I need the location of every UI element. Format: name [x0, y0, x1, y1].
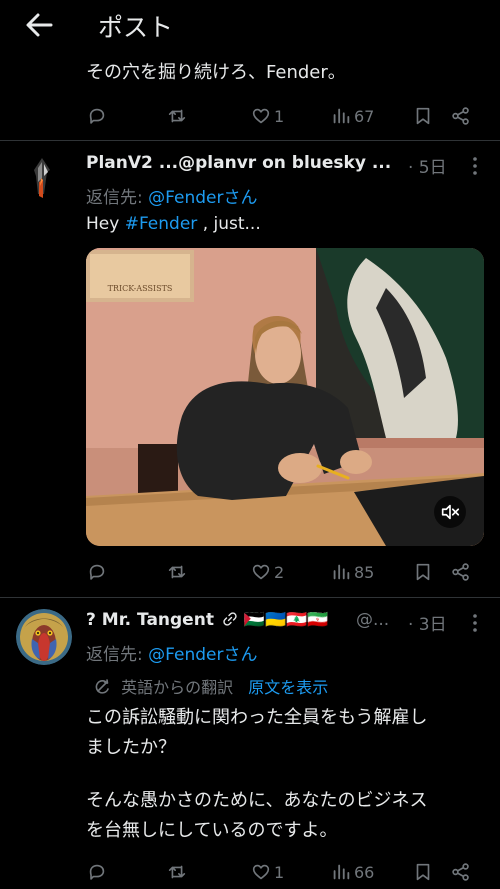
- share-button[interactable]: [450, 557, 472, 587]
- volume-muted-icon: [441, 504, 460, 520]
- bookmark-button[interactable]: [412, 857, 434, 887]
- handle[interactable]: @...: [356, 610, 389, 630]
- view-count: 85: [354, 562, 375, 582]
- like-count: 1: [274, 106, 285, 126]
- post-text-line: そんな愚かさのために、あなたのビジネス: [86, 790, 428, 811]
- divider: [0, 140, 500, 141]
- top-bar: ポスト: [0, 0, 500, 52]
- like-button[interactable]: 1: [250, 101, 284, 131]
- translated-from-label: 英語からの翻訳: [121, 678, 234, 697]
- translate-icon: [95, 679, 109, 694]
- views-icon: [333, 108, 350, 124]
- show-original-link[interactable]: 原文を表示: [248, 678, 328, 697]
- like-button[interactable]: 2: [250, 557, 284, 587]
- post-text-start: Hey: [86, 214, 125, 234]
- translation-notice: 英語からの翻訳 原文を表示: [92, 674, 328, 698]
- repost-icon: [168, 109, 186, 123]
- share-icon: [452, 563, 469, 581]
- repost-button[interactable]: [166, 857, 188, 887]
- view-count: 67: [354, 106, 375, 126]
- post-text-line: ましたか？: [86, 737, 176, 758]
- share-icon: [452, 107, 469, 125]
- heart-icon: [252, 564, 270, 580]
- post0-text: その穴を掘り続けろ、Fender。: [86, 62, 346, 83]
- page-title: ポスト: [98, 13, 174, 42]
- reply-handle-link[interactable]: @Fenderさん: [148, 188, 257, 208]
- post-text-end: , just...: [197, 214, 261, 234]
- link-icon: [223, 612, 237, 626]
- repost-icon: [168, 865, 186, 879]
- views-button[interactable]: 67: [330, 101, 374, 131]
- display-name-text: ? Mr. Tangent: [86, 610, 214, 630]
- post-time[interactable]: · 5日: [408, 153, 447, 178]
- bookmark-button[interactable]: [412, 101, 434, 131]
- like-button[interactable]: 1: [250, 857, 284, 887]
- reply-icon: [89, 864, 105, 880]
- sign-text: TRICK-ASSISTS: [108, 284, 173, 293]
- reply-context: 返信先: @Fenderさん: [86, 183, 257, 208]
- post-text: Hey #Fender , just...: [86, 214, 261, 234]
- post-text-line: を台無しにしているのですよ。: [86, 820, 338, 841]
- more-icon[interactable]: [464, 155, 486, 177]
- reply-prefix: 返信先:: [86, 645, 149, 665]
- display-name[interactable]: PlanV2 ...@planvr on bluesky ...: [86, 153, 391, 173]
- bookmark-icon: [416, 107, 430, 125]
- reply-button[interactable]: [86, 101, 108, 131]
- bookmark-icon: [416, 563, 430, 581]
- flag-emojis: 🇵🇸🇺🇦🇱🇧🇮🇷: [243, 610, 329, 630]
- like-count: 1: [274, 862, 285, 882]
- post0-actions: 1 67: [82, 101, 482, 131]
- reply-prefix: 返信先:: [86, 188, 149, 208]
- post2-actions: 1 66: [82, 857, 482, 887]
- mute-button[interactable]: [434, 496, 466, 528]
- view-count: 66: [354, 862, 375, 882]
- reply-icon: [89, 108, 105, 124]
- views-icon: [333, 564, 350, 580]
- repost-button[interactable]: [166, 101, 188, 131]
- views-button[interactable]: 66: [330, 857, 374, 887]
- repost-icon: [168, 565, 186, 579]
- post1-actions: 2 85: [82, 557, 482, 587]
- divider: [0, 597, 500, 598]
- reply-handle-link[interactable]: @Fenderさん: [148, 645, 257, 665]
- heart-icon: [252, 108, 270, 124]
- like-count: 2: [274, 562, 285, 582]
- post-text-line: この訴訟騒動に関わった全員をもう解雇し: [86, 707, 428, 728]
- more-icon[interactable]: [464, 612, 486, 634]
- hashtag-link[interactable]: #Fender: [125, 214, 198, 234]
- reply-button[interactable]: [86, 857, 108, 887]
- avatar[interactable]: [14, 152, 70, 208]
- views-icon: [333, 864, 350, 880]
- share-button[interactable]: [450, 857, 472, 887]
- video-player[interactable]: TRICK-ASSISTS: [86, 248, 484, 546]
- heart-icon: [252, 864, 270, 880]
- reply-icon: [89, 564, 105, 580]
- reply-context: 返信先: @Fenderさん: [86, 640, 257, 665]
- repost-button[interactable]: [166, 557, 188, 587]
- video-frame: TRICK-ASSISTS: [86, 248, 484, 546]
- bookmark-icon: [416, 863, 430, 881]
- post-time[interactable]: · 3日: [408, 610, 447, 635]
- views-button[interactable]: 85: [330, 557, 374, 587]
- reply-button[interactable]: [86, 557, 108, 587]
- share-button[interactable]: [450, 101, 472, 131]
- back-arrow-icon[interactable]: [22, 8, 56, 42]
- display-name[interactable]: ? Mr. Tangent 🇵🇸🇺🇦🇱🇧🇮🇷: [86, 610, 328, 630]
- avatar[interactable]: [16, 609, 72, 665]
- bookmark-button[interactable]: [412, 557, 434, 587]
- share-icon: [452, 863, 469, 881]
